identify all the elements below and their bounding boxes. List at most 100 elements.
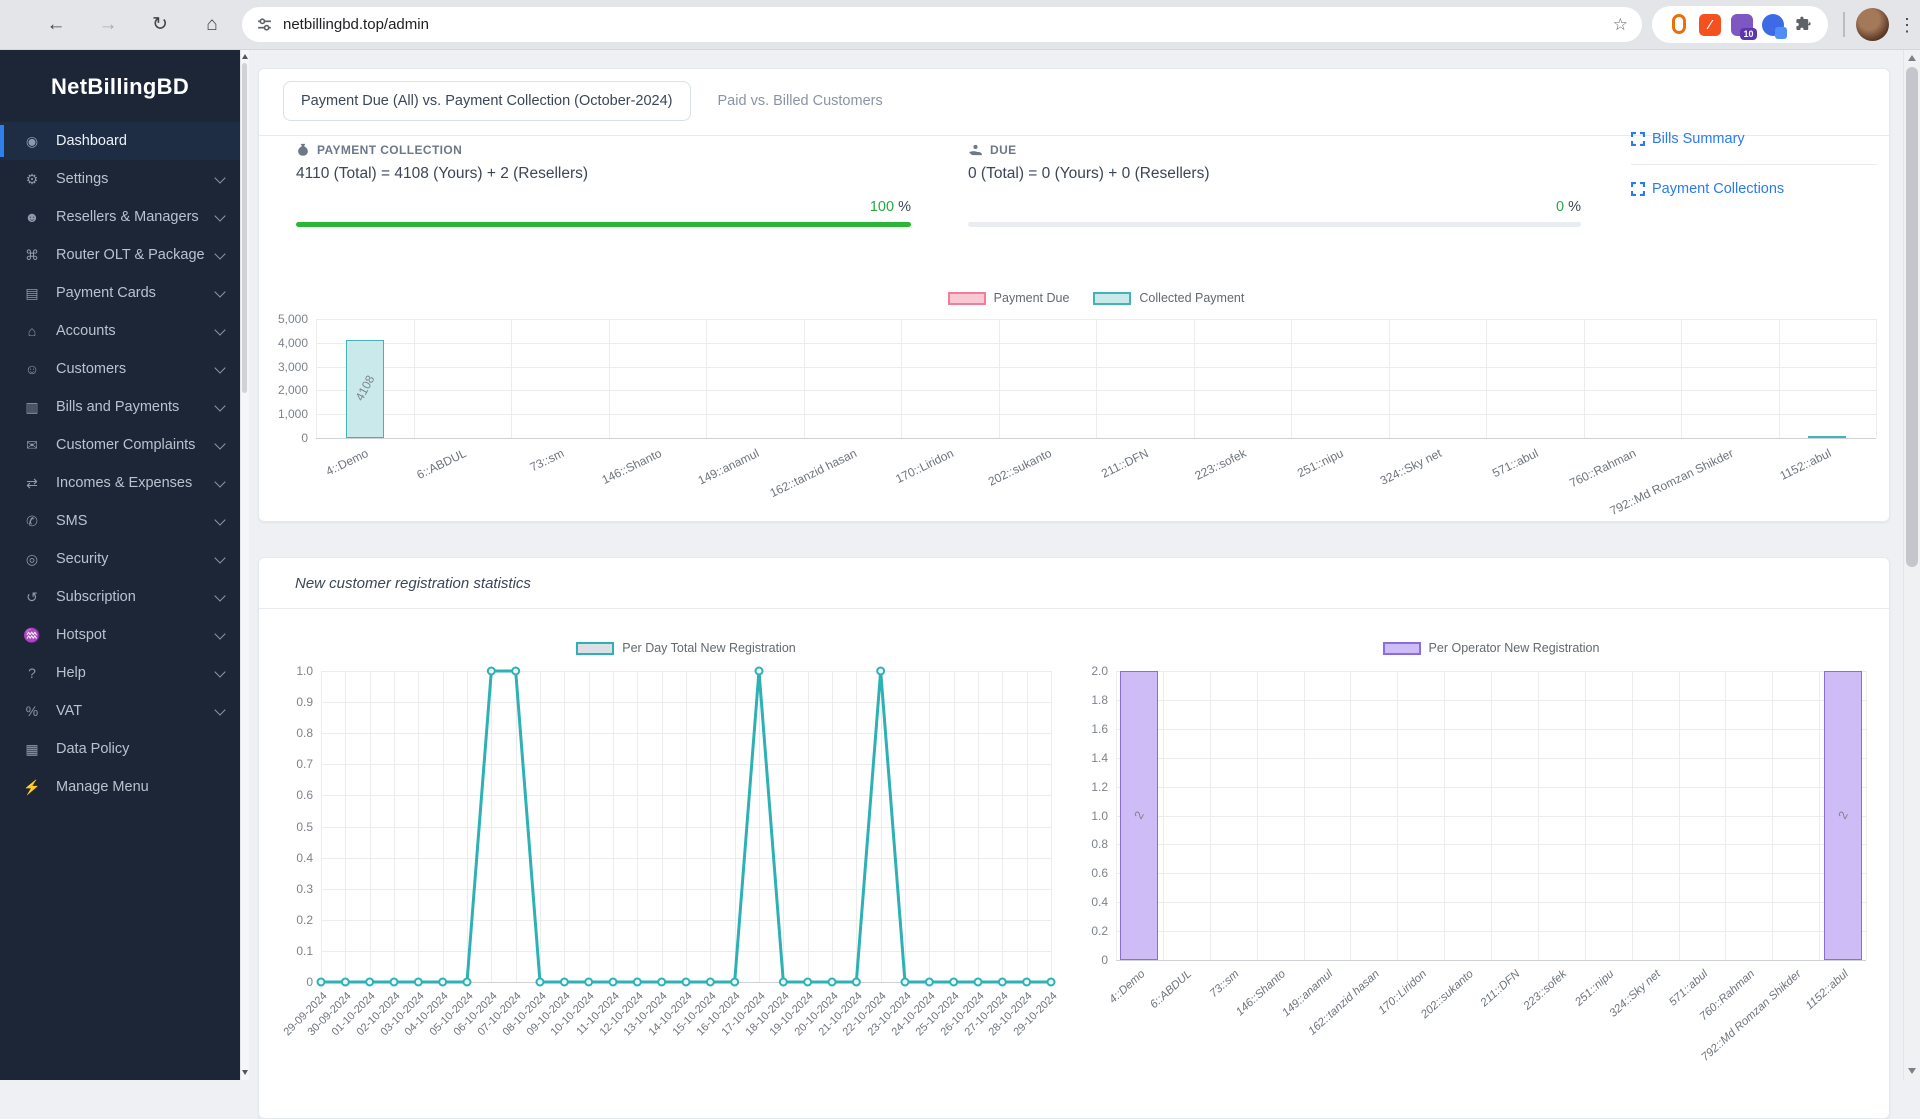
data-point [803,977,813,987]
sidebar-item-customer-complaints[interactable]: ✉ Customer Complaints [0,426,240,464]
sidebar-item-data-policy[interactable]: ▦ Data Policy [0,730,240,768]
data-point [584,977,594,987]
gridline [1051,671,1052,982]
chart-legend: Per Day Total New Registration [321,641,1051,655]
scroll-up-arrow[interactable] [242,54,248,59]
data-point [1046,977,1056,987]
payment-collection-progress [296,222,911,227]
chart-legend: Payment Due Collected Payment [316,291,1876,305]
gridline [1444,671,1446,960]
scrollbar-thumb[interactable] [1906,67,1918,567]
sidebar-item-hotspot[interactable]: ♒ Hotspot [0,616,240,654]
scrollbar-thumb[interactable] [242,63,247,393]
chevron-down-icon [214,361,226,374]
scroll-down-arrow[interactable] [242,1070,248,1075]
page-scrollbar[interactable] [1903,49,1920,1080]
bookmark-star-icon[interactable]: ☆ [1613,15,1628,35]
sidebar-item-help[interactable]: ? Help [0,654,240,692]
sidebar-item-router-olt-package[interactable]: ⌘ Router OLT & Package [0,236,240,274]
x-axis-tick-label: 324::Sky net [1377,446,1444,488]
browser-reload-button[interactable]: ↻ [144,9,176,41]
x-axis-tick-label: 6::ABDUL [1148,968,1195,1012]
fingerprint-icon: ◎ [25,550,39,567]
sidebar-item-payment-cards[interactable]: ▤ Payment Cards [0,274,240,312]
sidebar-item-accounts[interactable]: ⌂ Accounts [0,312,240,350]
x-axis-tick-label: 760::Rahman [1567,446,1639,491]
chevron-down-icon [214,665,226,678]
sidebar-item-security[interactable]: ◎ Security [0,540,240,578]
address-bar[interactable]: netbillingbd.top/admin ☆ [242,7,1642,42]
y-axis-tick-label: 0.6 [296,788,313,803]
sidebar-item-label: Hotspot [56,627,106,643]
registration-title: New customer registration statistics [295,575,531,592]
legend-item-per-operator-new-registration: Per Operator New Registration [1382,641,1599,655]
sms-icon: ✆ [26,512,38,529]
sidebar-item-vat[interactable]: % VAT [0,692,240,730]
data-point [997,977,1007,987]
legend-item-collected-payment: Collected Payment [1093,291,1244,305]
extension-icon[interactable]: 10 [1730,13,1757,40]
sidebar-item-label: SMS [56,513,88,529]
extension-icon[interactable] [1668,13,1690,36]
tab-payment-due-vs-collection[interactable]: Payment Due (All) vs. Payment Collection… [283,81,691,121]
y-axis-tick-label: 0.8 [296,726,313,741]
gridline [1819,671,1821,960]
bills-summary-link[interactable]: Bills Summary [1631,131,1877,147]
sitemap-icon: ⌘ [25,246,39,263]
extension-icon[interactable] [1762,13,1787,39]
browser-forward-button[interactable]: → [92,9,124,41]
chevron-down-icon [214,475,226,488]
sidebar-item-sms[interactable]: ✆ SMS [0,502,240,540]
tab-paid-vs-billed[interactable]: Paid vs. Billed Customers [701,82,900,120]
scroll-up-arrow[interactable] [1908,55,1916,61]
y-axis-tick-label: 0.2 [1091,924,1108,939]
chevron-down-icon [214,551,226,564]
y-axis-tick-label: 1.6 [1091,721,1108,736]
data-point [778,977,788,987]
url-text[interactable]: netbillingbd.top/admin [283,16,1613,33]
registration-line-plot[interactable] [316,666,1056,987]
legend-swatch [576,641,615,655]
gridline [511,319,512,438]
y-axis-tick-label: 3,000 [277,359,308,374]
sidebar-item-customers[interactable]: ☺ Customers [0,350,240,388]
sidebar-item-subscription[interactable]: ↺ Subscription [0,578,240,616]
sidebar-scrollbar[interactable] [240,49,249,1080]
browser-back-button[interactable]: ← [40,9,72,41]
data-point [730,977,740,987]
browser-home-button[interactable]: ⌂ [196,9,228,41]
data-point [1022,977,1032,987]
gridline [1486,319,1487,438]
gridline [803,319,805,438]
gridline [413,319,415,438]
sidebar-item-resellers-managers[interactable]: ☻ Resellers & Managers [0,198,240,236]
scroll-down-arrow[interactable] [1908,1068,1916,1074]
y-axis-tick-label: 0 [1101,953,1108,967]
bank-icon: ⌂ [27,323,37,339]
profile-avatar[interactable] [1856,8,1889,41]
site-settings-icon[interactable] [256,16,273,33]
sidebar-item-dashboard[interactable]: ◉ Dashboard [0,122,240,160]
browser-menu-icon[interactable]: ⋮ [1898,9,1916,41]
complaint-icon: ✉ [26,436,38,453]
sidebar-item-label: Settings [56,171,109,187]
sidebar-item-bills-and-payments[interactable]: ▥ Bills and Payments [0,388,240,426]
sidebar: NetBillingBD ◉ Dashboard ⚙ Settings ☻ Reselle… [0,49,240,1080]
sidebar-item-label: Incomes & Expenses [56,475,193,491]
x-axis-tick-label: 6::ABDUL [414,446,469,482]
y-axis-tick-label: 1.4 [1091,750,1108,765]
file-icon: ▦ [25,740,39,757]
gridline [1397,671,1399,960]
wifi-icon: ♒ [23,626,41,643]
money-exchange-icon: ⇄ [26,474,38,491]
gridline [1778,319,1780,438]
sidebar-item-incomes-expenses[interactable]: ⇄ Incomes & Expenses [0,464,240,502]
extension-icon[interactable]: ∕ [1699,13,1721,36]
sidebar-item-settings[interactable]: ⚙ Settings [0,160,240,198]
legend-item-payment-due: Payment Due [947,291,1069,305]
sidebar-item-label: Manage Menu [56,779,149,795]
extensions-puzzle-icon[interactable] [1794,15,1813,34]
payment-collections-link[interactable]: Payment Collections [1631,181,1877,197]
gear-icon: ⚙ [25,170,39,187]
sidebar-item-manage-menu[interactable]: ⚡ Manage Menu [0,768,240,806]
